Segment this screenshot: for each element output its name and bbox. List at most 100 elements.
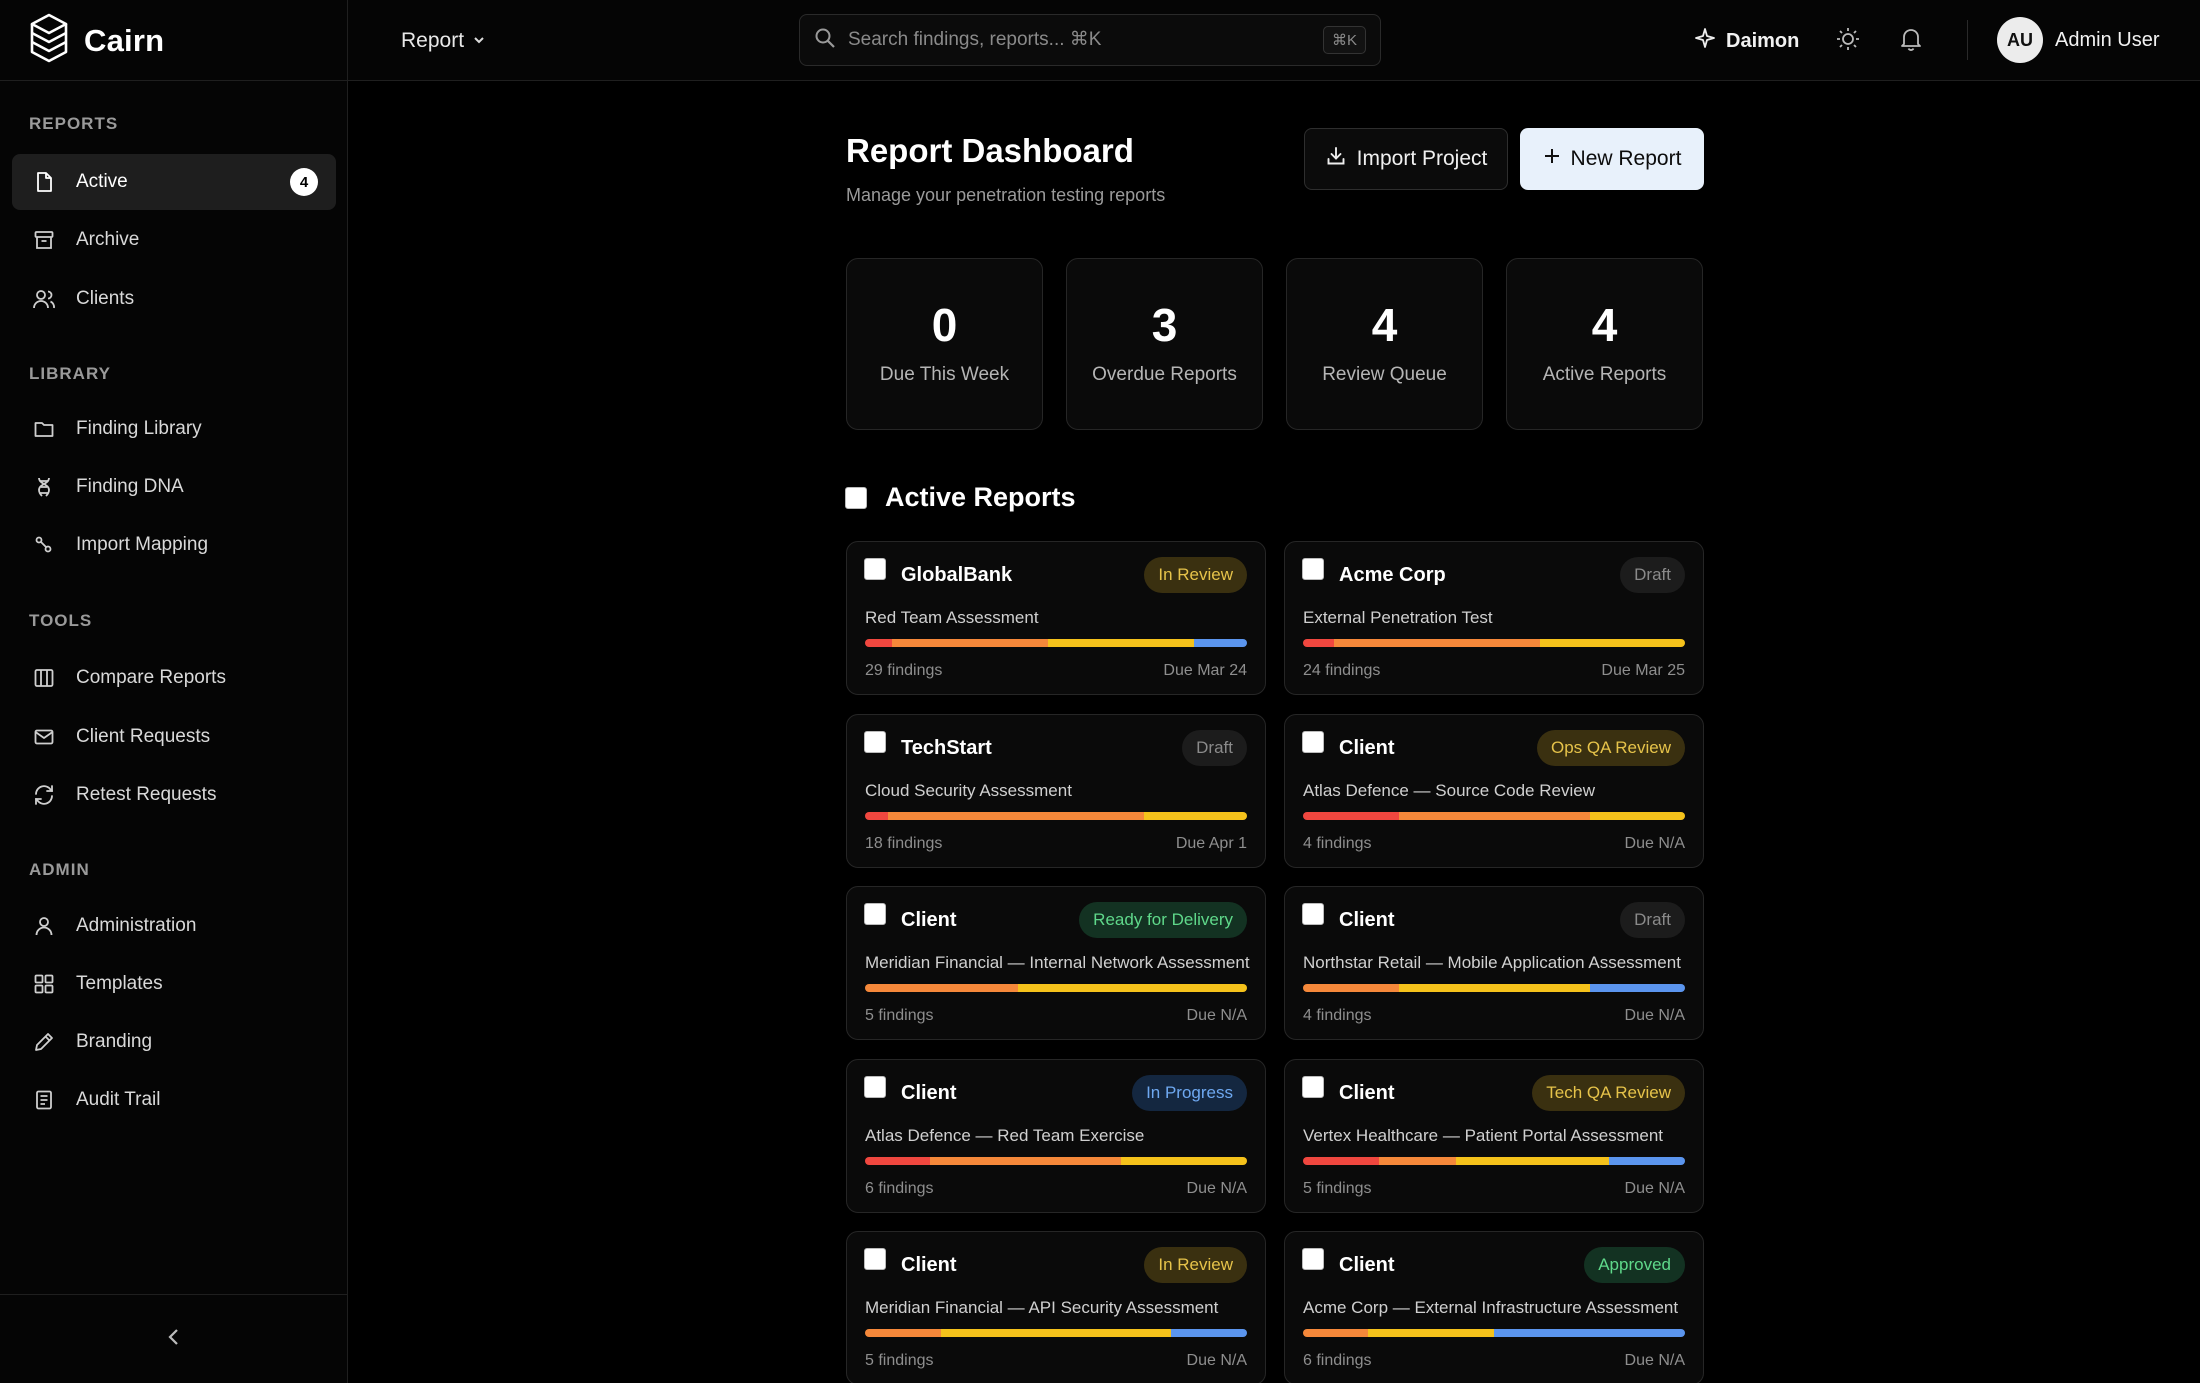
sidebar-item-audit-trail[interactable]: Audit Trail [12,1072,336,1128]
severity-segment [1398,984,1590,992]
sidebar-item-archive[interactable]: Archive [12,212,336,268]
severity-segment [1379,1157,1456,1165]
user-menu[interactable]: AU Admin User [1997,16,2159,64]
report-menu-dropdown[interactable]: Report [401,24,486,58]
report-card[interactable]: Client In Review Meridian Financial — AP… [846,1231,1266,1383]
report-project: Atlas Defence — Red Team Exercise [865,1126,1145,1145]
report-card[interactable]: Client In Progress Atlas Defence — Red T… [846,1059,1266,1213]
cairn-logo-icon [28,12,70,69]
notifications-button[interactable] [1892,22,1930,60]
report-checkbox[interactable] [1302,558,1324,580]
severity-bar [865,1157,1247,1165]
severity-bar [1303,1329,1685,1337]
report-card[interactable]: Client Ops QA Review Atlas Defence — Sou… [1284,714,1704,868]
search-input[interactable] [848,29,1311,51]
sidebar-item-compare-reports[interactable]: Compare Reports [12,650,336,706]
severity-bar [1303,812,1685,820]
severity-bar [1303,984,1685,992]
section-title-reports: REPORTS [29,114,119,133]
plus-icon [1543,147,1561,171]
import-project-label: Import Project [1356,147,1488,170]
sidebar-item-active[interactable]: Active 4 [12,154,336,210]
search-box[interactable]: ⌘K [799,14,1381,66]
page-subtitle: Manage your penetration testing reports [846,185,1166,205]
severity-segment [865,812,888,820]
download-icon [1325,145,1347,173]
report-checkbox[interactable] [864,903,886,925]
stat-active-reports[interactable]: 4 Active Reports [1506,258,1703,430]
import-project-button[interactable]: Import Project [1304,128,1508,190]
stat-review-queue[interactable]: 4 Review Queue [1286,258,1483,430]
report-checkbox[interactable] [1302,903,1324,925]
sidebar-item-client-requests[interactable]: Client Requests [12,709,336,765]
report-card[interactable]: Client Approved Acme Corp — External Inf… [1284,1231,1704,1383]
severity-segment [1170,1329,1247,1337]
report-card[interactable]: TechStart Draft Cloud Security Assessmen… [846,714,1266,868]
daimon-label: Daimon [1726,29,1800,52]
severity-segment [1303,984,1399,992]
sidebar-item-finding-dna[interactable]: Finding DNA [12,459,336,515]
status-badge: Draft [1182,730,1247,766]
findings-count: 5 findings [865,1352,934,1369]
sidebar-item-finding-library[interactable]: Finding Library [12,401,336,457]
select-all-checkbox[interactable] [845,486,867,509]
report-project: Northstar Retail — Mobile Application As… [1303,953,1681,972]
severity-segment [929,1157,1121,1165]
brand-name: Cairn [84,22,165,58]
severity-segment [1120,1157,1247,1165]
severity-segment [1493,1329,1685,1337]
new-report-label: New Report [1570,147,1682,170]
status-badge: In Review [1144,557,1247,593]
collapse-sidebar-button[interactable] [163,1326,185,1353]
users-icon [32,287,56,311]
report-project: Atlas Defence — Source Code Review [1303,781,1595,800]
report-card[interactable]: Acme Corp Draft External Penetration Tes… [1284,541,1704,695]
active-count-badge: 4 [290,168,318,196]
report-checkbox[interactable] [864,558,886,580]
report-checkbox[interactable] [1302,1248,1324,1270]
stat-label: Active Reports [1542,364,1667,385]
brand[interactable]: Cairn [0,0,348,81]
stat-value: 4 [1591,299,1618,351]
sidebar-item-administration[interactable]: Administration [12,898,336,954]
pencil-icon [32,1030,56,1054]
sidebar-item-label: Audit Trail [76,1089,161,1110]
report-checkbox[interactable] [1302,1076,1324,1098]
report-checkbox[interactable] [1302,731,1324,753]
theme-toggle-button[interactable] [1829,22,1867,60]
severity-segment [891,639,1049,647]
severity-segment [1398,812,1590,820]
report-client: GlobalBank [901,564,1013,586]
section-title-library: LIBRARY [29,364,111,383]
report-card[interactable]: Client Tech QA Review Vertex Healthcare … [1284,1059,1704,1213]
findings-count: 29 findings [865,662,943,679]
stat-due-this-week[interactable]: 0 Due This Week [846,258,1043,430]
report-checkbox[interactable] [864,1248,886,1270]
report-card[interactable]: Client Ready for Delivery Meridian Finan… [846,886,1266,1040]
stat-overdue-reports[interactable]: 3 Overdue Reports [1066,258,1263,430]
archive-icon [32,228,56,252]
sidebar-item-branding[interactable]: Branding [12,1014,336,1070]
sidebar-item-import-mapping[interactable]: Import Mapping [12,517,336,573]
severity-segment [1455,1157,1609,1165]
report-client: Client [1339,1254,1395,1276]
status-badge: Ops QA Review [1537,730,1685,766]
report-card[interactable]: Client Draft Northstar Retail — Mobile A… [1284,886,1704,1040]
report-checkbox[interactable] [864,1076,886,1098]
sidebar-item-label: Branding [76,1031,153,1052]
new-report-button[interactable]: New Report [1520,128,1704,190]
findings-count: 24 findings [1303,662,1381,679]
sidebar-item-retest-requests[interactable]: Retest Requests [12,767,336,823]
due-date: Due N/A [1186,1352,1247,1369]
report-checkbox[interactable] [864,731,886,753]
report-project: Meridian Financial — Internal Network As… [865,953,1250,972]
severity-segment [865,1329,942,1337]
sidebar-item-clients[interactable]: Clients [12,271,336,327]
daimon-button[interactable]: Daimon [1694,24,1799,58]
stat-label: Overdue Reports [1092,364,1237,385]
severity-segment [1589,812,1685,820]
refresh-icon [32,783,56,807]
sidebar-item-templates[interactable]: Templates [12,956,336,1012]
due-date: Due Mar 25 [1601,662,1685,679]
report-card[interactable]: GlobalBank In Review Red Team Assessment… [846,541,1266,695]
